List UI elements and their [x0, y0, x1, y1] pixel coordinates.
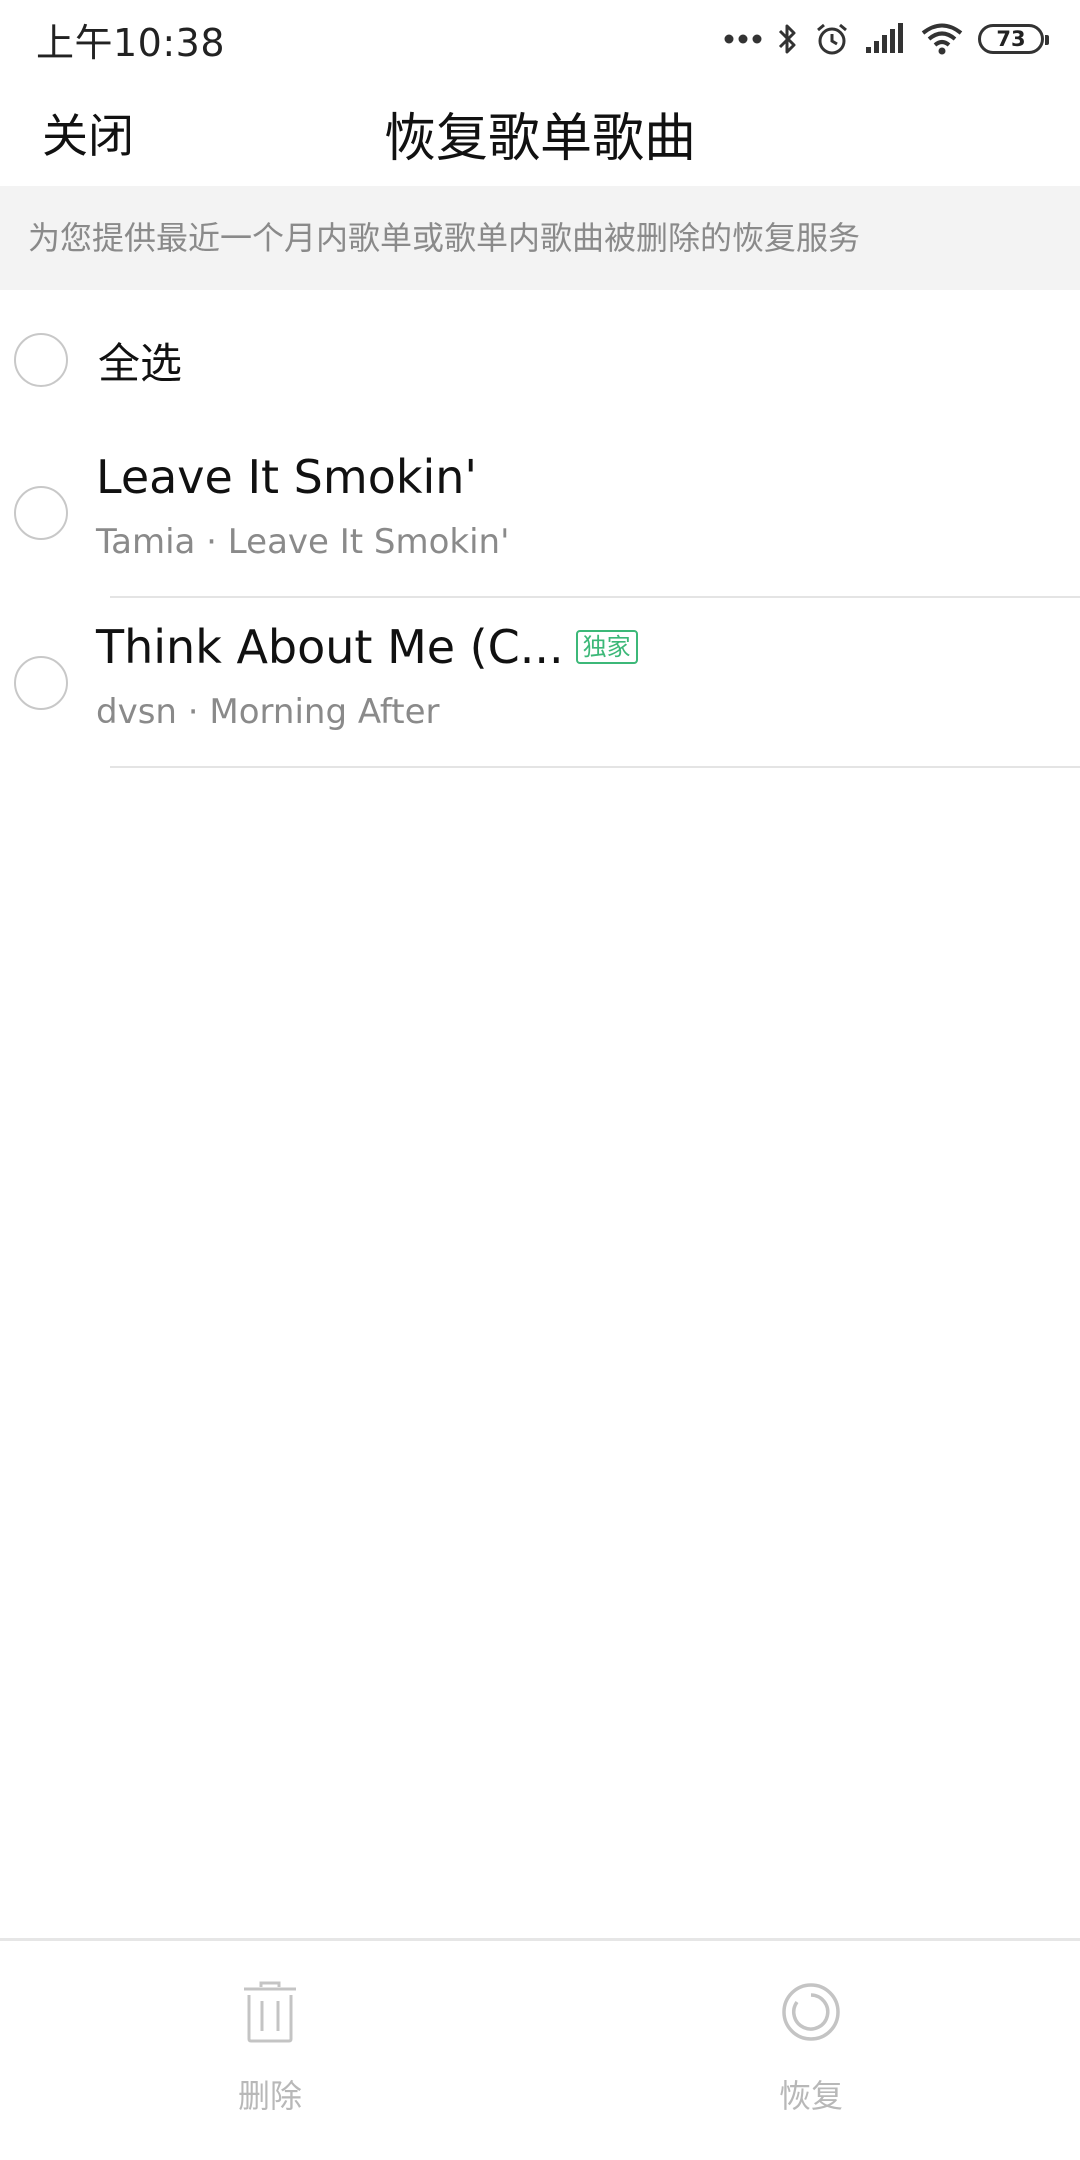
trash-icon: [244, 1981, 296, 2043]
select-all-label: 全选: [98, 338, 183, 388]
restore-label: 恢复: [778, 2077, 843, 2115]
status-bar: 上午10:38 73: [0, 0, 1080, 78]
alarm-icon: [817, 23, 847, 55]
divider: [110, 766, 1080, 768]
song-title-text: Think About Me (C...: [96, 620, 564, 674]
signal-icon: [866, 23, 903, 53]
restore-button[interactable]: 恢复: [711, 1981, 911, 2117]
list-item[interactable]: Think About Me (C... 独家 dvsn · Morning A…: [0, 598, 1080, 768]
bottom-action-bar: 删除 恢复: [0, 1938, 1080, 2160]
status-icons: 73: [724, 21, 1049, 57]
song-subtitle: dvsn · Morning After: [96, 692, 440, 732]
delete-label: 删除: [237, 2077, 302, 2115]
song-checkbox[interactable]: [14, 486, 68, 540]
exclusive-badge: 独家: [575, 630, 638, 664]
more-dots-icon: [724, 34, 762, 44]
song-subtitle: Tamia · Leave It Smokin': [96, 522, 510, 562]
bluetooth-icon: [778, 24, 796, 54]
restore-icon: [782, 1983, 840, 2041]
page-title: 恢复歌单歌曲: [383, 109, 696, 169]
wifi-icon: [921, 23, 963, 55]
song-title: Think About Me (C... 独家: [96, 620, 638, 674]
song-title-text: Leave It Smokin': [96, 450, 478, 504]
delete-button[interactable]: 删除: [170, 1981, 370, 2117]
battery-indicator: 73: [978, 24, 1049, 54]
song-checkbox[interactable]: [14, 656, 68, 710]
song-title: Leave It Smokin': [96, 450, 477, 504]
header: 关闭 恢复歌单歌曲: [0, 78, 1080, 186]
select-all-checkbox[interactable]: [14, 333, 68, 387]
select-all-row[interactable]: 全选: [0, 310, 1080, 410]
notice-banner: 为您提供最近一个月内歌单或歌单内歌曲被删除的恢复服务: [0, 186, 1080, 290]
status-time: 上午10:38: [36, 20, 226, 65]
list-item[interactable]: Leave It Smokin' Tamia · Leave It Smokin…: [0, 428, 1080, 598]
